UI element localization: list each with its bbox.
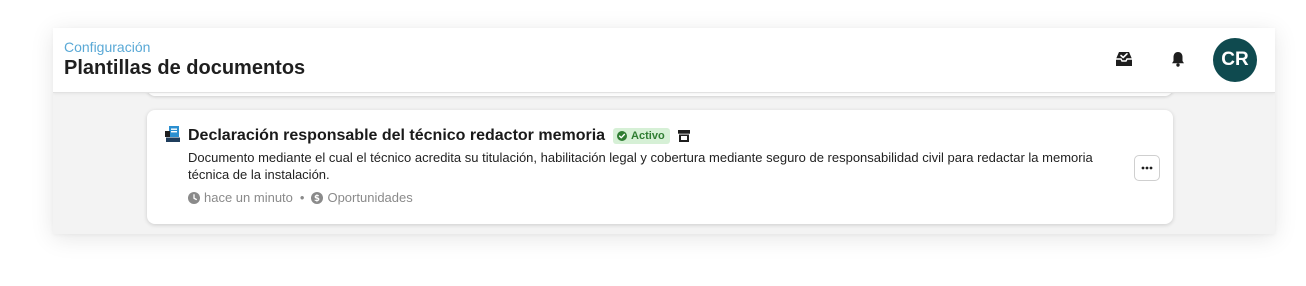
card-title-row: Declaración responsable del técnico reda… [188,127,691,145]
template-card[interactable]: Declaración responsable del técnico reda… [147,110,1173,224]
template-title[interactable]: Declaración responsable del técnico reda… [188,127,605,145]
status-label: Activo [631,130,665,142]
app-window: Configuración Plantillas de documentos C… [53,28,1275,234]
inbox-button[interactable] [1113,48,1135,70]
meta-separator: • [299,190,305,205]
avatar[interactable]: CR [1213,38,1257,82]
document-template-icon [165,126,180,142]
more-options-button[interactable] [1134,155,1160,181]
top-header: Configuración Plantillas de documentos C… [53,28,1275,93]
dollar-circle-icon: $ [311,191,324,204]
card-meta: hace un minuto • $ Oportunidades [188,190,413,205]
check-circle-icon [617,131,628,141]
svg-text:$: $ [315,194,321,204]
template-description: Documento mediante el cual el técnico ac… [188,150,1093,182]
more-horizontal-icon [1141,166,1153,170]
updated-time: hace un minuto [204,190,293,205]
category-label: Oportunidades [327,190,413,205]
clock-icon [188,191,200,204]
status-badge: Activo [613,128,670,144]
page-title: Plantillas de documentos [64,57,306,79]
notifications-button[interactable] [1167,48,1189,70]
breadcrumb[interactable]: Configuración [64,39,150,55]
inbox-check-icon [1116,52,1132,66]
store-icon [677,129,691,143]
bell-icon [1172,52,1184,67]
